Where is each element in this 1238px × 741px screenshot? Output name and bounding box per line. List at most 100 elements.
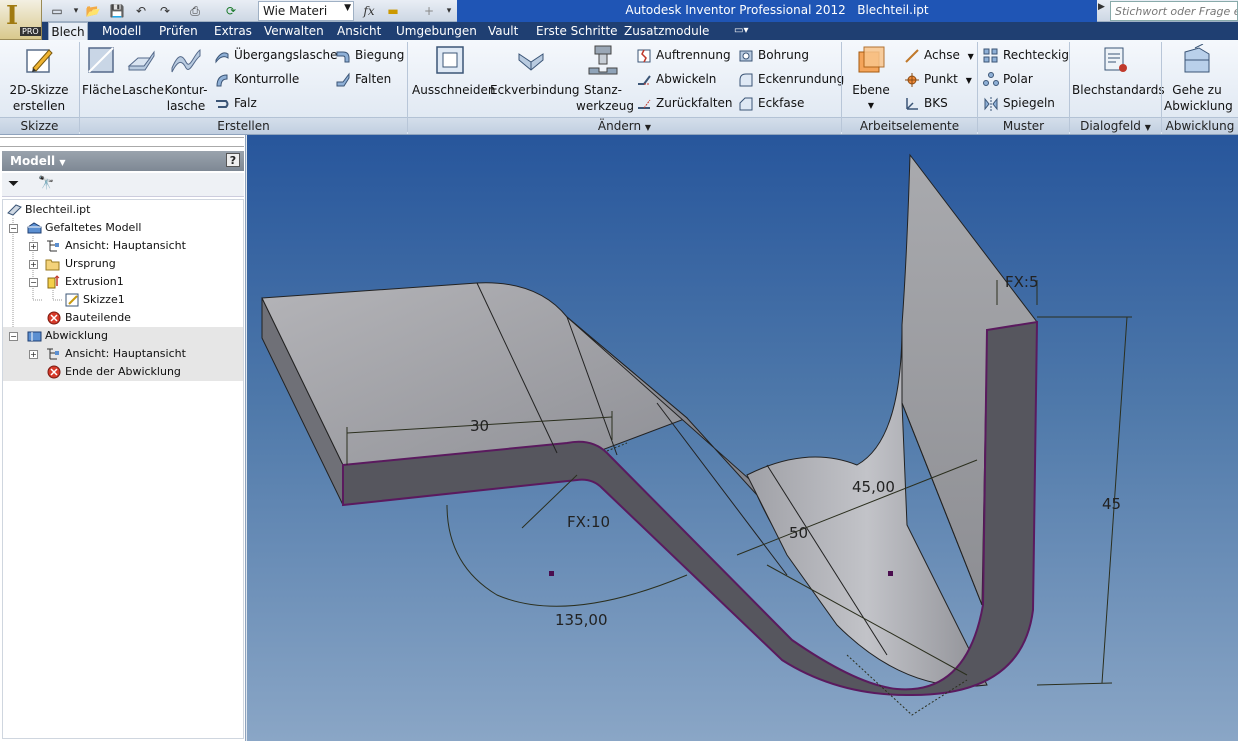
corner-round-label: Eckenrundung: [758, 72, 845, 86]
flange-label: Lasche: [122, 83, 164, 97]
fold-button[interactable]: Falten: [335, 70, 391, 90]
tab-modell[interactable]: Modell: [100, 22, 143, 40]
work-plane-button[interactable]: Ebene ▼: [846, 44, 896, 114]
expand-icon[interactable]: +: [29, 260, 38, 269]
collapse-icon[interactable]: −: [9, 332, 18, 341]
browser-grip[interactable]: [0, 137, 244, 147]
hole-button[interactable]: Bohrung: [738, 46, 809, 66]
save-icon[interactable]: 💾: [108, 2, 126, 20]
tree-item-extrusion[interactable]: − Extrusion1: [3, 273, 243, 291]
panel-label-aendern-text: Ändern: [597, 119, 642, 133]
open-icon[interactable]: 📂: [84, 2, 102, 20]
folded-model-icon: [27, 222, 42, 234]
circular-pattern-button[interactable]: Polar: [983, 70, 1033, 90]
rectangular-pattern-button[interactable]: Rechteckig: [983, 46, 1069, 66]
part-icon: [7, 204, 22, 216]
collapse-icon[interactable]: −: [29, 278, 38, 287]
tab-erste-schritte[interactable]: Erste Schritte: [534, 22, 620, 40]
search-input[interactable]: Stichwort oder Frage einge: [1110, 1, 1238, 21]
tree-item-origin[interactable]: + Ursprung: [3, 255, 243, 273]
dimension-50: 50: [789, 524, 808, 542]
undo-icon[interactable]: ↶: [132, 2, 150, 20]
go-to-flat-pattern-label1: Gehe zu: [1172, 83, 1222, 97]
collapse-icon[interactable]: −: [9, 224, 18, 233]
work-axis-button[interactable]: Achse ▼: [904, 46, 974, 66]
contour-roll-button[interactable]: Konturrolle: [214, 70, 299, 90]
tree-item-end-of-part[interactable]: Bauteilende: [3, 309, 243, 327]
tree-item-part[interactable]: Blechteil.ipt: [3, 201, 243, 219]
panel-label-aendern[interactable]: Ändern ▼: [408, 117, 841, 134]
flange-button[interactable]: Lasche: [122, 44, 164, 98]
corner-round-button[interactable]: Eckenrundung: [738, 70, 844, 90]
ucs-button[interactable]: BKS: [904, 94, 948, 114]
mirror-button[interactable]: Spiegeln: [983, 94, 1055, 114]
add-icon[interactable]: +: [420, 2, 438, 20]
graphics-viewport[interactable]: 30 FX:10 135,00 50 45,00 45 FX:5: [247, 135, 1238, 741]
expand-icon[interactable]: +: [29, 350, 38, 359]
application-menu-button[interactable]: I PRO: [0, 0, 42, 40]
tree-item-flat-view[interactable]: + Ansicht: Hauptansicht: [3, 345, 243, 363]
sheet-metal-defaults-icon: [1104, 47, 1127, 72]
create-2d-sketch-button[interactable]: 2D-Skizze erstellen: [6, 44, 72, 114]
ribbon-options-icon[interactable]: ▭▾: [732, 22, 750, 40]
corner-chamfer-label: Eckfase: [758, 96, 805, 110]
corner-chamfer-button[interactable]: Eckfase: [738, 94, 804, 114]
search-expand-icon[interactable]: ▶: [1098, 2, 1110, 20]
bend-button[interactable]: Biegung: [335, 46, 404, 66]
tab-vault[interactable]: Vault: [486, 22, 520, 40]
tree-item-sketch[interactable]: Skizze1: [3, 291, 243, 309]
face-button[interactable]: Fläche: [82, 44, 121, 98]
fx-parameters-icon[interactable]: fx: [360, 2, 378, 20]
cut-label: Ausschneiden: [412, 83, 496, 97]
refold-button[interactable]: Zurückfalten: [636, 94, 733, 114]
contour-roll-label: Konturrolle: [234, 72, 300, 86]
contour-flange-button[interactable]: Kontur- lasche: [164, 44, 208, 114]
tree-item-end-of-flat-pattern[interactable]: Ende der Abwicklung: [3, 363, 243, 381]
view-icon: [47, 348, 59, 360]
print-icon[interactable]: ⎙: [186, 2, 204, 20]
browser-toolbar: ⏷ 🔭: [2, 173, 244, 197]
browser-header[interactable]: Modell ▼ ?: [2, 151, 244, 171]
tab-umgebungen[interactable]: Umgebungen: [394, 22, 479, 40]
redo-icon[interactable]: ↷: [156, 2, 174, 20]
tree-item-view[interactable]: + Ansicht: Hauptansicht: [3, 237, 243, 255]
sheet-metal-defaults-button[interactable]: Blechstandards: [1072, 44, 1165, 98]
tab-blech[interactable]: Blech: [48, 22, 88, 40]
filter-icon[interactable]: ⏷: [8, 176, 19, 192]
lofted-flange-button[interactable]: Übergangslasche: [214, 46, 337, 66]
update-icon[interactable]: ⟳: [222, 2, 240, 20]
cut-button[interactable]: Ausschneiden: [412, 44, 496, 98]
tab-pruefen[interactable]: Prüfen: [157, 22, 200, 40]
model-browser: Modell ▼ ? ⏷ 🔭 Blechteil.ipt − Gefaltete…: [0, 135, 246, 741]
dimension-45-00: 45,00: [852, 478, 895, 496]
expand-icon[interactable]: +: [29, 242, 38, 251]
view-icon: [47, 240, 59, 252]
circular-pattern-label: Polar: [1003, 72, 1033, 86]
tab-extras[interactable]: Extras: [212, 22, 254, 40]
help-icon[interactable]: ?: [226, 153, 240, 167]
unfold-button[interactable]: Abwickeln: [636, 70, 716, 90]
punch-tool-label1: Stanz-: [584, 83, 622, 97]
panel-label-dialogfeld[interactable]: Dialogfeld ▼: [1070, 117, 1161, 134]
tree-item-flat-pattern[interactable]: − Abwicklung: [3, 327, 243, 345]
tab-verwalten[interactable]: Verwalten: [262, 22, 326, 40]
ribbon-tabs: Blech Modell Prüfen Extras Verwalten Ans…: [0, 22, 1238, 40]
new-file-icon[interactable]: ▭: [48, 2, 66, 20]
material-select[interactable]: Wie Materi ▼: [258, 1, 354, 21]
tree-item-folded-model[interactable]: − Gefaltetes Modell: [3, 219, 243, 237]
tab-zusatzmodule[interactable]: Zusatzmodule: [622, 22, 711, 40]
mirror-label: Spiegeln: [1003, 96, 1055, 110]
new-dropdown-icon[interactable]: ▾: [67, 2, 85, 20]
hem-button[interactable]: Falz: [214, 94, 257, 114]
rip-button[interactable]: Auftrennung: [636, 46, 731, 66]
appearance-icon[interactable]: ▬: [384, 2, 402, 20]
punch-tool-button[interactable]: Stanz- werkzeug: [576, 44, 634, 114]
create-2d-sketch-label1: 2D-Skizze: [9, 83, 69, 97]
tab-ansicht[interactable]: Ansicht: [335, 22, 383, 40]
panel-label-muster: Muster: [978, 117, 1069, 134]
corner-seam-button[interactable]: Eckverbindung: [490, 44, 580, 98]
work-point-button[interactable]: Punkt ▼: [904, 70, 972, 90]
quick-access-dropdown-icon[interactable]: ▾: [440, 2, 458, 20]
find-binoculars-icon[interactable]: 🔭: [38, 176, 54, 191]
go-to-flat-pattern-button[interactable]: Gehe zu Abwicklung: [1164, 43, 1233, 114]
